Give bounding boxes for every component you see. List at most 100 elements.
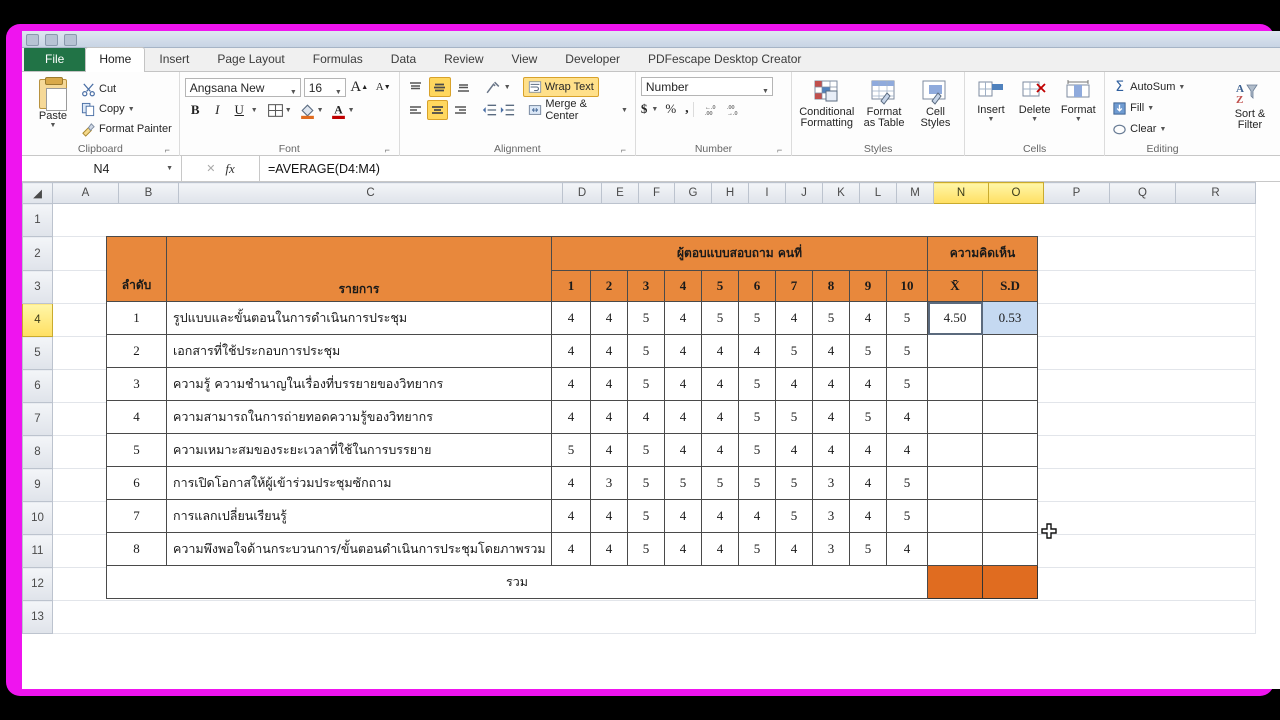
- row-header-2[interactable]: 2: [22, 236, 53, 271]
- format-chevron-down-icon[interactable]: ▼: [1075, 116, 1082, 123]
- score-cell[interactable]: 5: [775, 400, 813, 434]
- row-header-13[interactable]: 13: [22, 600, 53, 634]
- score-cell[interactable]: 4: [701, 334, 739, 368]
- align-bottom-button[interactable]: [453, 77, 475, 97]
- font-size-select[interactable]: 16 ▼: [303, 77, 346, 97]
- score-cell[interactable]: 4: [664, 499, 702, 533]
- score-cell[interactable]: 5: [701, 466, 739, 500]
- score-cell[interactable]: 5: [664, 466, 702, 500]
- score-cell[interactable]: 4: [551, 499, 591, 533]
- qat-redo-icon[interactable]: [64, 33, 77, 46]
- row-header-7[interactable]: 7: [22, 402, 53, 436]
- mean-cell[interactable]: [927, 532, 983, 566]
- font-color-icon[interactable]: A: [330, 102, 347, 119]
- borders-icon[interactable]: [267, 102, 284, 119]
- number-dialog-launcher-icon[interactable]: ⌐: [775, 146, 784, 155]
- sd-cell[interactable]: [982, 466, 1038, 500]
- score-cell[interactable]: 5: [775, 334, 813, 368]
- row-header-4[interactable]: 4: [22, 303, 53, 337]
- header-respondent-1[interactable]: 1: [551, 270, 591, 302]
- header-respondent-2[interactable]: 2: [590, 270, 628, 302]
- delete-chevron-down-icon[interactable]: ▼: [1031, 116, 1038, 123]
- row-header-12[interactable]: 12: [22, 567, 53, 601]
- copy-chevron-down-icon[interactable]: ▼: [128, 106, 135, 113]
- score-cell[interactable]: 5: [849, 532, 887, 566]
- column-header-j[interactable]: J: [785, 182, 823, 204]
- font-size-chevron-down-icon[interactable]: ▼: [335, 85, 342, 101]
- row-header-9[interactable]: 9: [22, 468, 53, 502]
- total-mean-cell[interactable]: [927, 565, 983, 599]
- column-header-r[interactable]: R: [1175, 182, 1256, 204]
- insert-chevron-down-icon[interactable]: ▼: [988, 116, 995, 123]
- row-number[interactable]: 5: [106, 433, 167, 467]
- score-cell[interactable]: 4: [664, 433, 702, 467]
- score-cell[interactable]: 5: [627, 499, 665, 533]
- score-cell[interactable]: 4: [849, 367, 887, 401]
- score-cell[interactable]: 4: [590, 400, 628, 434]
- percent-button[interactable]: %: [665, 101, 676, 117]
- row-number[interactable]: 7: [106, 499, 167, 533]
- header-respondent-9[interactable]: 9: [849, 270, 887, 302]
- align-center-button[interactable]: [427, 100, 449, 120]
- score-cell[interactable]: 5: [738, 301, 776, 335]
- score-cell[interactable]: 5: [886, 367, 928, 401]
- format-as-table-button[interactable]: Format as Table: [858, 77, 909, 129]
- orientation-icon[interactable]: [485, 79, 502, 96]
- header-respondent-group[interactable]: ผู้ตอบแบบสอบถาม คนที่: [551, 236, 928, 271]
- currency-button[interactable]: $: [641, 101, 648, 117]
- score-cell[interactable]: 3: [812, 466, 850, 500]
- score-cell[interactable]: 4: [738, 334, 776, 368]
- score-cell[interactable]: 5: [627, 532, 665, 566]
- qat-save-icon[interactable]: [26, 33, 39, 46]
- score-cell[interactable]: 5: [849, 400, 887, 434]
- row-1-cells[interactable]: [52, 203, 1256, 237]
- score-cell[interactable]: 4: [590, 433, 628, 467]
- tab-review[interactable]: Review: [430, 47, 497, 71]
- score-cell[interactable]: 4: [812, 334, 850, 368]
- underline-chevron-down-icon[interactable]: ▼: [251, 107, 258, 114]
- score-cell[interactable]: 4: [701, 400, 739, 434]
- score-cell[interactable]: 4: [664, 400, 702, 434]
- score-cell[interactable]: 4: [812, 400, 850, 434]
- column-header-d[interactable]: D: [562, 182, 602, 204]
- score-cell[interactable]: 4: [664, 367, 702, 401]
- score-cell[interactable]: 5: [738, 367, 776, 401]
- score-cell[interactable]: 5: [738, 532, 776, 566]
- merge-center-button[interactable]: Merge & Center ▼: [526, 98, 630, 122]
- tab-developer[interactable]: Developer: [551, 47, 634, 71]
- cell-styles-button[interactable]: Cell Styles: [912, 77, 959, 129]
- column-header-k[interactable]: K: [822, 182, 860, 204]
- qat-undo-icon[interactable]: [45, 33, 58, 46]
- autosum-chevron-down-icon[interactable]: ▼: [1178, 84, 1185, 91]
- mean-cell[interactable]: [927, 400, 983, 434]
- score-cell[interactable]: 5: [627, 334, 665, 368]
- increase-indent-icon[interactable]: [499, 102, 515, 118]
- tab-data[interactable]: Data: [377, 47, 430, 71]
- score-cell[interactable]: 4: [664, 334, 702, 368]
- score-cell[interactable]: 5: [701, 301, 739, 335]
- font-dialog-launcher-icon[interactable]: ⌐: [383, 146, 392, 155]
- bold-button[interactable]: B: [185, 100, 206, 120]
- underline-button[interactable]: U: [229, 100, 250, 120]
- borders-chevron-down-icon[interactable]: ▼: [285, 107, 292, 114]
- score-cell[interactable]: 5: [775, 466, 813, 500]
- sd-cell[interactable]: [982, 334, 1038, 368]
- row-item-label[interactable]: การแลกเปลี่ยนเรียนรู้: [166, 499, 552, 533]
- score-cell[interactable]: 5: [551, 433, 591, 467]
- score-cell[interactable]: 4: [627, 400, 665, 434]
- header-respondent-6[interactable]: 6: [738, 270, 776, 302]
- row-number[interactable]: 6: [106, 466, 167, 500]
- tab-insert[interactable]: Insert: [145, 47, 203, 71]
- score-cell[interactable]: 4: [775, 301, 813, 335]
- sd-cell[interactable]: 0.53: [982, 301, 1038, 335]
- row-header-1[interactable]: 1: [22, 203, 53, 237]
- tab-file[interactable]: File: [24, 47, 86, 71]
- row-header-11[interactable]: 11: [22, 534, 53, 568]
- grow-font-button[interactable]: A ▲: [349, 77, 370, 97]
- font-name-chevron-down-icon[interactable]: ▼: [290, 85, 297, 101]
- column-header-p[interactable]: P: [1043, 182, 1110, 204]
- score-cell[interactable]: 4: [701, 499, 739, 533]
- sd-cell[interactable]: [982, 532, 1038, 566]
- formula-input[interactable]: =AVERAGE(D4:M4): [260, 156, 1280, 181]
- score-cell[interactable]: 5: [627, 433, 665, 467]
